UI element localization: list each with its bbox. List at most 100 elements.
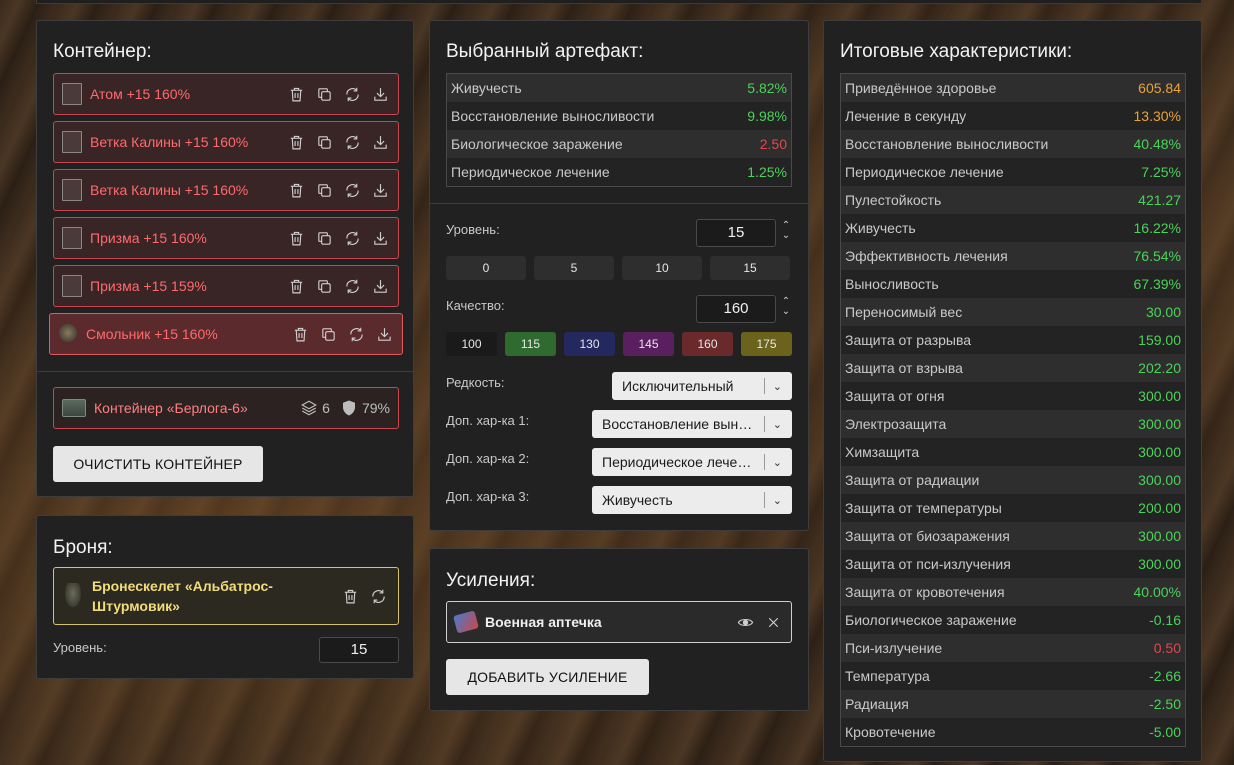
level-spinner[interactable]: ⌃ ⌄: [780, 221, 792, 241]
download-icon[interactable]: [370, 84, 390, 104]
chevron-down-icon[interactable]: ⌄: [780, 307, 792, 317]
stat-label: Защита от разрыва: [845, 332, 972, 348]
level-preset-button[interactable]: 10: [622, 256, 702, 280]
artifact-name: Смольник +15 160%: [86, 326, 218, 342]
chevron-down-icon[interactable]: ⌄: [780, 231, 792, 241]
armor-title: Броня:: [53, 537, 113, 558]
add-boost-button[interactable]: ДОБАВИТЬ УСИЛЕНИЕ: [446, 659, 649, 695]
copy-icon[interactable]: [314, 180, 334, 200]
download-icon[interactable]: [374, 324, 394, 344]
swap-icon[interactable]: [342, 180, 362, 200]
quality-preset-button[interactable]: 115: [505, 332, 556, 356]
trash-icon[interactable]: [286, 132, 306, 152]
stat-value: 300.00: [1138, 444, 1181, 460]
swap-icon[interactable]: [368, 586, 388, 606]
artifact-level-label: Уровень:: [446, 222, 500, 237]
stat-row: Защита от разрыва 159.00: [841, 326, 1185, 354]
container-panel: Контейнер: Атом +15 160% Ветка Калины +15…: [36, 20, 414, 497]
stat-row: Эффективность лечения 76.54%: [841, 242, 1185, 270]
swap-icon[interactable]: [342, 276, 362, 296]
stat-value: 200.00: [1138, 500, 1181, 516]
armor-level-input[interactable]: 15: [319, 637, 399, 663]
armor-item[interactable]: Бронескелет «Альбатрос-Штурмовик»: [53, 567, 399, 625]
trash-icon[interactable]: [286, 84, 306, 104]
close-icon[interactable]: [763, 612, 783, 632]
chevron-down-icon: ⌄: [772, 380, 782, 393]
medkit-thumbnail: [453, 610, 479, 634]
stat-value: 300.00: [1138, 528, 1181, 544]
extra3-label: Доп. хар-ка 3:: [446, 489, 530, 504]
stat-value: 421.27: [1138, 192, 1181, 208]
container-name: Контейнер «Берлога-6»: [94, 400, 248, 416]
quality-preset-button[interactable]: 160: [682, 332, 733, 356]
eye-icon[interactable]: [735, 612, 755, 632]
quality-label: Качество:: [446, 298, 505, 313]
stat-label: Защита от взрыва: [845, 360, 963, 376]
download-icon[interactable]: [370, 228, 390, 248]
quality-preset-button[interactable]: 100: [446, 332, 497, 356]
stat-row: Живучесть 16.22%: [841, 214, 1185, 242]
quality-preset-button[interactable]: 145: [623, 332, 674, 356]
extra1-select[interactable]: Восстановление выносливости ⌄: [592, 410, 792, 438]
artifact-item[interactable]: Смольник +15 160%: [49, 313, 403, 355]
stat-row: Защита от биозаражения 300.00: [841, 522, 1185, 550]
quality-preset-button[interactable]: 175: [741, 332, 792, 356]
shield-icon: [342, 400, 355, 416]
download-icon[interactable]: [370, 180, 390, 200]
artifact-item[interactable]: Призма +15 159%: [53, 265, 399, 307]
artifact-item[interactable]: Ветка Калины +15 160%: [53, 121, 399, 163]
level-preset-button[interactable]: 5: [534, 256, 614, 280]
extra2-select[interactable]: Периодическое лечение ⌄: [592, 448, 792, 476]
copy-icon[interactable]: [314, 84, 334, 104]
boost-item[interactable]: Военная аптечка: [446, 601, 792, 643]
stat-row: Температура -2.66: [841, 662, 1185, 690]
download-icon[interactable]: [370, 132, 390, 152]
trash-icon[interactable]: [340, 586, 360, 606]
copy-icon[interactable]: [314, 276, 334, 296]
stat-value: 2.50: [759, 136, 787, 152]
clear-container-button[interactable]: ОЧИСТИТЬ КОНТЕЙНЕР: [53, 446, 263, 482]
stat-row: Лечение в секунду 13.30%: [841, 102, 1185, 130]
stat-value: -0.16: [1149, 612, 1181, 628]
download-icon[interactable]: [370, 276, 390, 296]
artifact-item[interactable]: Ветка Калины +15 160%: [53, 169, 399, 211]
copy-icon[interactable]: [318, 324, 338, 344]
level-preset-button[interactable]: 0: [446, 256, 526, 280]
stat-row: Пулестойкость 421.27: [841, 186, 1185, 214]
trash-icon[interactable]: [286, 276, 306, 296]
copy-icon[interactable]: [314, 132, 334, 152]
stat-value: 7.25%: [1141, 164, 1181, 180]
stat-row: Электрозащита 300.00: [841, 410, 1185, 438]
stat-label: Приведённое здоровье: [845, 80, 997, 96]
quality-spinner[interactable]: ⌃ ⌄: [780, 297, 792, 317]
trash-icon[interactable]: [290, 324, 310, 344]
trash-icon[interactable]: [286, 180, 306, 200]
stat-label: Электрозащита: [845, 416, 947, 432]
swap-icon[interactable]: [342, 132, 362, 152]
stat-row: Кровотечение -5.00: [841, 718, 1185, 746]
level-presets: 0 5 10 15: [446, 256, 790, 280]
stat-row: Выносливость 67.39%: [841, 270, 1185, 298]
artifact-thumbnail: [62, 227, 82, 249]
totals-panel: Итоговые характеристики: Приведённое здо…: [823, 20, 1202, 762]
stat-row: Биологическое заражение -0.16: [841, 606, 1185, 634]
chevron-down-icon: ⌄: [772, 418, 782, 431]
container-item[interactable]: Контейнер «Берлога-6» 6 79%: [53, 387, 399, 429]
level-preset-button[interactable]: 15: [710, 256, 790, 280]
swap-icon[interactable]: [342, 84, 362, 104]
top-bar: [36, 0, 1202, 4]
extra3-select[interactable]: Живучесть ⌄: [592, 486, 792, 514]
copy-icon[interactable]: [314, 228, 334, 248]
swap-icon[interactable]: [342, 228, 362, 248]
quality-preset-button[interactable]: 130: [564, 332, 615, 356]
artifact-level-input[interactable]: 15: [696, 219, 776, 247]
trash-icon[interactable]: [286, 228, 306, 248]
swap-icon[interactable]: [346, 324, 366, 344]
artifact-item[interactable]: Атом +15 160%: [53, 73, 399, 115]
quality-input[interactable]: 160: [696, 295, 776, 323]
rarity-select[interactable]: Исключительный ⌄: [612, 372, 792, 400]
stat-row: Переносимый вес 30.00: [841, 298, 1185, 326]
stat-label: Пулестойкость: [845, 192, 942, 208]
artifact-item[interactable]: Призма +15 160%: [53, 217, 399, 259]
stat-value: 300.00: [1138, 416, 1181, 432]
